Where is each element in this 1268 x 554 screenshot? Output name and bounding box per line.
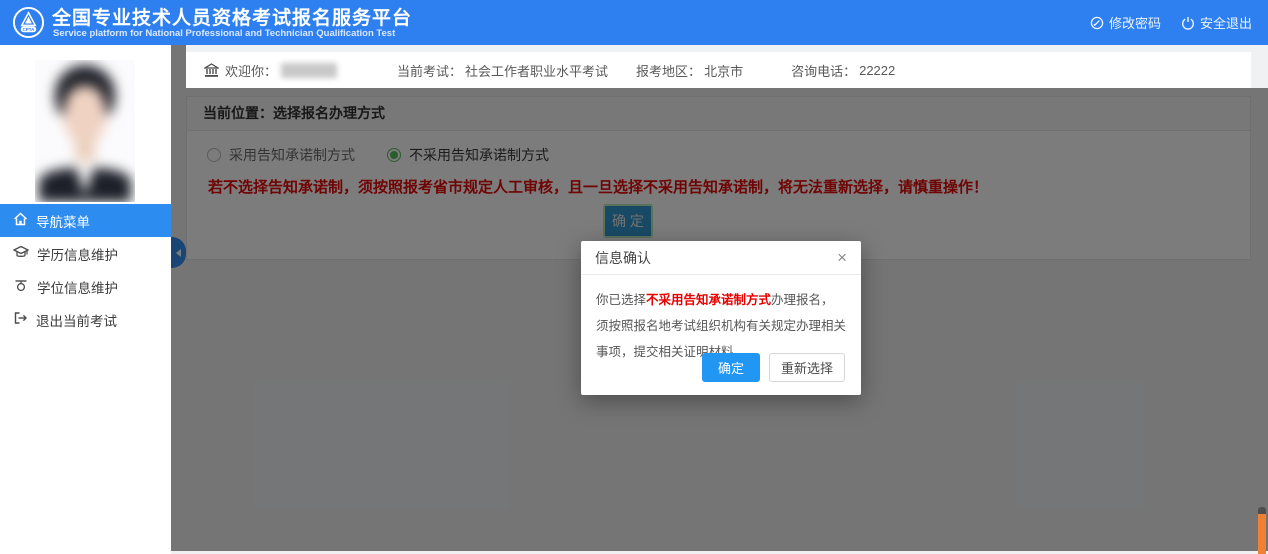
graduation-cap-icon	[13, 245, 29, 262]
header-actions: 修改密码 安全退出	[1090, 0, 1252, 45]
sidebar-item-label: 导航菜单	[36, 211, 90, 231]
degree-icon	[13, 278, 29, 295]
sidebar-item-label: 退出当前考试	[36, 310, 117, 330]
sidebar-menu: 导航菜单 学历信息维护 学位信息维护 退出当前考试	[0, 204, 171, 336]
bank-icon	[204, 63, 219, 78]
sidebar-item-nav-menu[interactable]: 导航菜单	[0, 204, 171, 237]
sidebar-item-label: 学历信息维护	[37, 244, 118, 264]
home-icon	[13, 212, 28, 229]
dialog-body-text: 你已选择不采用告知承诺制方式办理报名，须按照报名地考试组织机构有关规定办理相关事…	[581, 275, 861, 365]
sidebar-item-degree-info[interactable]: 学位信息维护	[0, 270, 171, 303]
cpta-logo-icon: CPTA	[12, 6, 45, 39]
dialog-reselect-button[interactable]: 重新选择	[769, 353, 845, 382]
region-value: 北京市	[704, 61, 743, 80]
welcome-label: 欢迎你：	[225, 61, 277, 80]
power-icon	[1181, 16, 1195, 30]
dialog-title: 信息确认	[595, 248, 651, 268]
exit-icon	[13, 311, 28, 328]
sidebar-item-label: 学位信息维护	[37, 277, 118, 297]
dialog-header: 信息确认 ×	[581, 241, 861, 275]
svg-text:CPTA: CPTA	[23, 27, 36, 32]
region-label: 报考地区：	[636, 61, 701, 80]
logout-link[interactable]: 安全退出	[1181, 13, 1252, 32]
current-exam-value: 社会工作者职业水平考试	[465, 61, 608, 80]
scrollbar-thumb[interactable]	[1258, 507, 1266, 554]
user-photo	[35, 60, 135, 202]
sidebar: 导航菜单 学历信息维护 学位信息维护 退出当前考试	[0, 45, 171, 554]
app-title: 全国专业技术人员资格考试报名服务平台	[52, 3, 412, 30]
edit-icon	[1090, 16, 1104, 30]
app-subtitle: Service platform for National Profession…	[53, 28, 395, 39]
confirmation-dialog: 信息确认 × 你已选择不采用告知承诺制方式办理报名，须按照报名地考试组织机构有关…	[581, 241, 861, 395]
scrollbar-thumb-cap	[1258, 507, 1266, 514]
phone-value: 22222	[859, 63, 895, 78]
dialog-text-highlight: 不采用告知承诺制方式	[646, 293, 771, 307]
logout-label: 安全退出	[1200, 13, 1252, 32]
sidebar-item-exit-exam[interactable]: 退出当前考试	[0, 303, 171, 336]
sidebar-item-education-info[interactable]: 学历信息维护	[0, 237, 171, 270]
app-header: CPTA 全国专业技术人员资格考试报名服务平台 Service platform…	[0, 0, 1268, 45]
current-exam-label: 当前考试：	[397, 61, 462, 80]
phone-label: 咨询电话：	[791, 61, 856, 80]
page: CPTA 全国专业技术人员资格考试报名服务平台 Service platform…	[0, 0, 1268, 554]
dialog-text-prefix: 你已选择	[596, 293, 646, 307]
change-password-link[interactable]: 修改密码	[1090, 13, 1161, 32]
change-password-label: 修改密码	[1109, 13, 1161, 32]
dialog-ok-button[interactable]: 确定	[702, 353, 760, 382]
dialog-footer: 确定 重新选择	[702, 353, 845, 382]
close-icon[interactable]: ×	[837, 249, 847, 266]
modal-overlay-strip	[171, 45, 186, 88]
user-name-redacted	[281, 63, 337, 78]
welcome-bar: 欢迎你： 当前考试： 社会工作者职业水平考试 报考地区： 北京市 咨询电话： 2…	[186, 52, 1251, 88]
